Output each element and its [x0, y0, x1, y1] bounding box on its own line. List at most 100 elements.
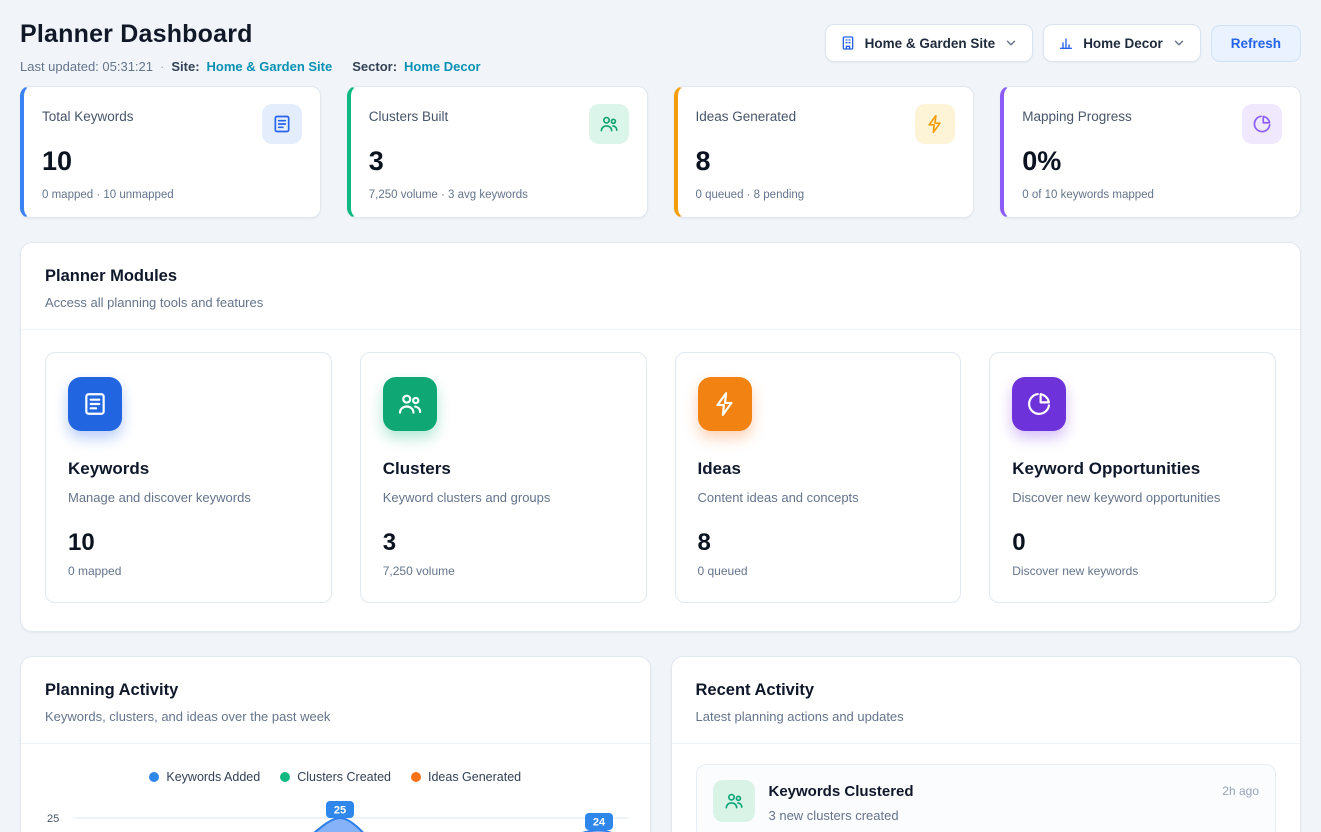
legend-label: Keywords Added	[166, 770, 260, 784]
module-sub: 7,250 volume	[383, 564, 624, 578]
stat-value: 0%	[1022, 146, 1282, 177]
stat-card-mapping-progress: Mapping Progress 0% 0 of 10 keywords map…	[1000, 86, 1301, 218]
modules-grid: Keywords Manage and discover keywords 10…	[21, 330, 1300, 631]
planning-activity-header: Planning Activity Keywords, clusters, an…	[21, 657, 650, 744]
module-value: 0	[1012, 529, 1253, 557]
pie-chart-icon	[1242, 104, 1282, 144]
module-sub: Discover new keywords	[1012, 564, 1253, 578]
recent-activity-title: Recent Activity	[696, 681, 1277, 700]
module-description: Content ideas and concepts	[698, 490, 939, 505]
activity-item-description: 3 new clusters created	[769, 808, 1209, 823]
stat-sub: 0 mapped · 10 unmapped	[42, 177, 302, 201]
site-label: Site:	[171, 59, 199, 74]
modules-subtitle: Access all planning tools and features	[45, 295, 1276, 310]
legend-label: Clusters Created	[297, 770, 391, 784]
separator-dot: ·	[160, 59, 164, 74]
area-chart-svg: 25 25 24	[39, 800, 633, 832]
sector-selector-label: Home Decor	[1083, 36, 1163, 51]
svg-text:24: 24	[593, 817, 606, 829]
sector-link[interactable]: Home Decor	[404, 59, 481, 74]
stats-row: Total Keywords 10 0 mapped · 10 unmapped…	[20, 86, 1301, 218]
top-bar: Planner Dashboard Last updated: 05:31:21…	[20, 16, 1301, 74]
legend-label: Ideas Generated	[428, 770, 521, 784]
chevron-down-icon	[1172, 36, 1186, 50]
activity-item-time: 2h ago	[1222, 780, 1259, 798]
stat-sub: 7,250 volume · 3 avg keywords	[369, 177, 629, 201]
module-value: 10	[68, 529, 309, 557]
header-left: Planner Dashboard Last updated: 05:31:21…	[20, 16, 481, 74]
planner-modules-panel: Planner Modules Access all planning tool…	[20, 242, 1301, 632]
modules-title: Planner Modules	[45, 267, 1276, 286]
legend-item-ideas-generated: Ideas Generated	[411, 770, 521, 784]
module-title: Keywords	[68, 459, 309, 479]
module-card-keywords[interactable]: Keywords Manage and discover keywords 10…	[45, 352, 332, 603]
module-description: Manage and discover keywords	[68, 490, 309, 505]
module-card-clusters[interactable]: Clusters Keyword clusters and groups 3 7…	[360, 352, 647, 603]
recent-activity-header: Recent Activity Latest planning actions …	[672, 657, 1301, 744]
module-title: Clusters	[383, 459, 624, 479]
pie-chart-icon	[1012, 377, 1066, 431]
stat-value: 10	[42, 146, 302, 177]
users-icon	[589, 104, 629, 144]
point-label-badge: 24	[585, 813, 613, 830]
module-card-ideas[interactable]: Ideas Content ideas and concepts 8 0 que…	[675, 352, 962, 603]
users-icon	[383, 377, 437, 431]
users-icon	[713, 780, 755, 822]
stat-label: Mapping Progress	[1022, 104, 1132, 124]
last-updated-text: Last updated: 05:31:21	[20, 59, 153, 74]
lightning-icon	[698, 377, 752, 431]
document-icon	[262, 104, 302, 144]
planning-activity-title: Planning Activity	[45, 681, 626, 700]
activity-chart: 25 25 24	[21, 796, 650, 832]
refresh-button[interactable]: Refresh	[1211, 25, 1301, 62]
module-description: Discover new keyword opportunities	[1012, 490, 1253, 505]
module-card-keyword-opportunities[interactable]: Keyword Opportunities Discover new keywo…	[989, 352, 1276, 603]
stat-label: Total Keywords	[42, 104, 134, 124]
legend-dot-blue	[149, 772, 159, 782]
point-label-badge: 25	[326, 801, 354, 818]
stat-card-ideas-generated: Ideas Generated 8 0 queued · 8 pending	[674, 86, 975, 218]
lightning-icon	[915, 104, 955, 144]
activity-item-keywords-clustered[interactable]: Keywords Clustered 3 new clusters create…	[696, 764, 1277, 832]
legend-dot-green	[280, 772, 290, 782]
stat-label: Clusters Built	[369, 104, 449, 124]
y-axis-tick: 25	[47, 813, 59, 825]
page-title: Planner Dashboard	[20, 20, 481, 49]
recent-activity-panel: Recent Activity Latest planning actions …	[671, 656, 1302, 832]
site-link[interactable]: Home & Garden Site	[207, 59, 333, 74]
module-sub: 0 queued	[698, 564, 939, 578]
stat-value: 3	[369, 146, 629, 177]
building-icon	[840, 35, 856, 51]
module-title: Keyword Opportunities	[1012, 459, 1253, 479]
activity-item-title: Keywords Clustered	[769, 783, 1209, 800]
keywords-added-area-series	[99, 818, 629, 832]
legend-dot-orange	[411, 772, 421, 782]
site-selector-label: Home & Garden Site	[865, 36, 996, 51]
chart-legend: Keywords Added Clusters Created Ideas Ge…	[21, 744, 650, 796]
planner-dashboard-page: Planner Dashboard Last updated: 05:31:21…	[0, 0, 1321, 832]
legend-item-clusters-created: Clusters Created	[280, 770, 391, 784]
planning-activity-subtitle: Keywords, clusters, and ideas over the p…	[45, 709, 626, 724]
legend-item-keywords-added: Keywords Added	[149, 770, 260, 784]
document-icon	[68, 377, 122, 431]
stat-card-clusters-built: Clusters Built 3 7,250 volume · 3 avg ke…	[347, 86, 648, 218]
module-sub: 0 mapped	[68, 564, 309, 578]
recent-activity-subtitle: Latest planning actions and updates	[696, 709, 1277, 724]
stat-sub: 0 queued · 8 pending	[696, 177, 956, 201]
header-actions: Home & Garden Site Home Decor Refresh	[825, 24, 1301, 62]
meta-row: Last updated: 05:31:21 · Site: Home & Ga…	[20, 59, 481, 74]
bar-chart-icon	[1058, 35, 1074, 51]
site-selector-dropdown[interactable]: Home & Garden Site	[825, 24, 1034, 62]
module-value: 3	[383, 529, 624, 557]
bottom-row: Planning Activity Keywords, clusters, an…	[20, 656, 1301, 832]
sector-label: Sector:	[352, 59, 397, 74]
stat-card-total-keywords: Total Keywords 10 0 mapped · 10 unmapped	[20, 86, 321, 218]
module-description: Keyword clusters and groups	[383, 490, 624, 505]
stat-value: 8	[696, 146, 956, 177]
modules-panel-header: Planner Modules Access all planning tool…	[21, 243, 1300, 330]
stat-sub: 0 of 10 keywords mapped	[1022, 177, 1282, 201]
activity-item-body: Keywords Clustered 3 new clusters create…	[769, 780, 1209, 823]
chevron-down-icon	[1004, 36, 1018, 50]
sector-selector-dropdown[interactable]: Home Decor	[1043, 24, 1201, 62]
planning-activity-panel: Planning Activity Keywords, clusters, an…	[20, 656, 651, 832]
